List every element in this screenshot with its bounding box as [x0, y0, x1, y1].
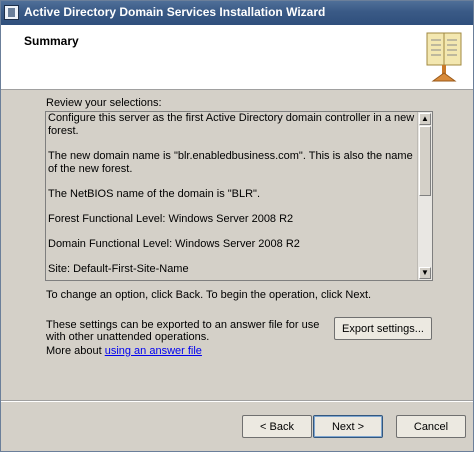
page-title: Summary: [24, 34, 79, 48]
wizard-window: Active Directory Domain Services Install…: [0, 0, 474, 452]
summary-line: Domain Functional Level: Windows Server …: [48, 238, 300, 250]
vertical-scrollbar[interactable]: ▲ ▼: [417, 112, 432, 280]
summary-textbox[interactable]: Configure this server as the first Activ…: [45, 111, 433, 281]
more-about-prefix: More about: [46, 345, 105, 357]
scroll-up-icon[interactable]: ▲: [419, 113, 431, 125]
summary-line: Configure this server as the first Activ…: [48, 112, 415, 137]
review-label: Review your selections:: [46, 97, 162, 109]
export-settings-button[interactable]: Export settings...: [334, 317, 432, 340]
title-bar[interactable]: Active Directory Domain Services Install…: [1, 1, 473, 25]
next-button[interactable]: Next >: [313, 415, 383, 438]
summary-line: Forest Functional Level: Windows Server …: [48, 213, 294, 225]
answer-file-link[interactable]: using an answer file: [105, 345, 202, 357]
summary-line: The NetBIOS name of the domain is "BLR".: [48, 188, 261, 200]
book-icon: [426, 32, 462, 82]
more-about-text: More about using an answer file: [46, 345, 202, 357]
app-icon: [4, 5, 19, 20]
summary-line: The new domain name is "blr.enabledbusin…: [48, 150, 413, 175]
summary-content: Configure this server as the first Activ…: [48, 112, 416, 280]
back-button[interactable]: < Back: [242, 415, 312, 438]
export-description: These settings can be exported to an ans…: [46, 319, 320, 343]
divider: [1, 400, 473, 402]
scroll-down-icon[interactable]: ▼: [419, 267, 431, 279]
scroll-thumb[interactable]: [419, 126, 431, 196]
cancel-button[interactable]: Cancel: [396, 415, 466, 438]
change-instructions: To change an option, click Back. To begi…: [46, 289, 372, 301]
window-title: Active Directory Domain Services Install…: [24, 5, 326, 19]
summary-line: Site: Default-First-Site-Name: [48, 263, 189, 275]
wizard-header: Summary: [1, 25, 473, 90]
